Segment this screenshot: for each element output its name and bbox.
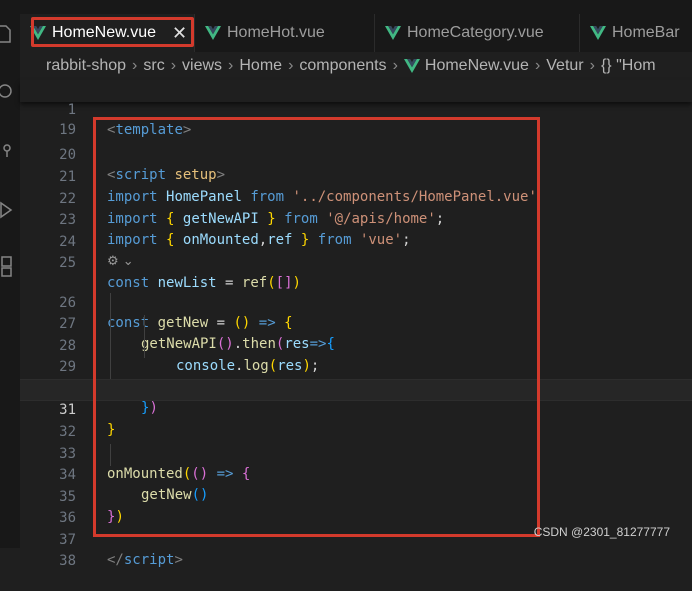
code-line: 1 <template> [20,80,692,138]
tab-label: HomeBar [612,24,680,41]
code-text: </script> [107,552,183,568]
line-number: 38 [59,553,76,569]
search-icon[interactable] [0,82,14,102]
chevron-right-icon: › [228,57,234,74]
explorer-icon[interactable] [0,24,14,44]
line-number: 25 [59,255,76,271]
tab-label: HomeCategory.vue [407,24,544,41]
watermark: CSDN @2301_81277777 [533,525,670,539]
breadcrumb-item[interactable]: rabbit-shop [46,57,126,75]
vue-file-icon [590,26,606,40]
code-highlight-box [93,117,540,537]
chevron-right-icon: › [288,57,294,74]
active-tab-highlight [31,17,194,47]
breadcrumb-item[interactable]: Vetur [546,57,583,75]
run-debug-icon[interactable] [0,200,14,220]
chevron-right-icon: › [589,57,595,74]
chevron-right-icon: › [132,57,138,74]
breadcrumb-item[interactable]: src [143,57,164,75]
vue-file-icon [385,26,401,40]
vue-file-icon [403,59,420,73]
chevron-right-icon: › [170,57,177,74]
chevron-right-icon: › [392,57,398,74]
sticky-scroll-header[interactable]: 1 <template> [20,80,692,138]
tab-homecategory-vue[interactable]: HomeCategory.vue [375,14,580,52]
chevron-right-icon: › [534,57,541,74]
activity-bar [0,0,20,548]
breadcrumb-item[interactable]: {} "Hom [601,57,656,75]
tab-homebar[interactable]: HomeBar [580,14,692,52]
breadcrumb-item[interactable]: components [299,57,386,75]
breadcrumb-item[interactable]: views [182,57,222,75]
source-control-icon[interactable] [0,142,14,162]
breadcrumb-item[interactable]: Home [239,57,282,75]
breadcrumb: rabbit-shop › src › views › Home › compo… [20,52,692,80]
vue-file-icon [205,26,221,40]
breadcrumb-item[interactable]: HomeNew.vue [425,57,529,75]
tab-homehot-vue[interactable]: HomeHot.vue [195,14,375,52]
tab-label: HomeHot.vue [227,24,325,41]
extensions-icon[interactable] [0,256,14,277]
